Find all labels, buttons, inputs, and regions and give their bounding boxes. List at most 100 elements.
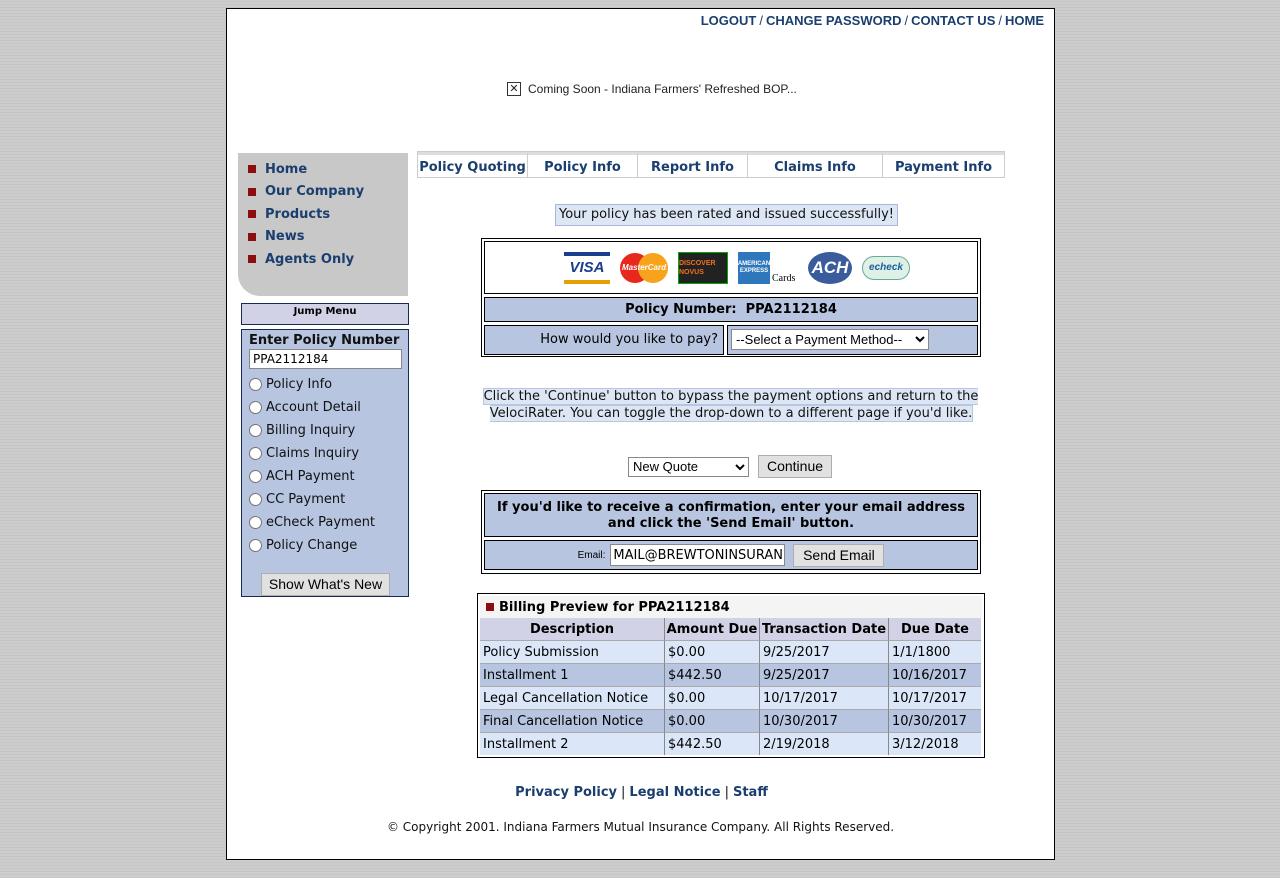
radio-button[interactable] [249, 516, 262, 529]
radio-button[interactable] [249, 539, 262, 552]
tab-policy-info[interactable]: Policy Info [528, 152, 638, 177]
sidebar-item-agents-only[interactable]: Agents Only [238, 248, 408, 271]
sidebar-item-label: Products [265, 206, 331, 222]
radio-label: Policy Info [266, 377, 333, 392]
table-cell: Installment 1 [480, 663, 665, 686]
email-input[interactable] [610, 544, 786, 566]
radio-policy-info[interactable]: Policy Info [249, 373, 408, 396]
bullet-icon [486, 603, 494, 611]
send-email-button[interactable]: Send Email [793, 543, 885, 567]
jump-menu-header: Jump Menu [241, 303, 409, 325]
tab-payment-info[interactable]: Payment Info [883, 152, 1004, 177]
tab-report-info[interactable]: Report Info [638, 152, 748, 177]
staff-link[interactable]: Staff [733, 785, 768, 800]
policy-number-header: Enter Policy Number [249, 333, 400, 348]
email-confirmation-box: If you'd like to receive a confirmation,… [481, 490, 981, 574]
announcement-banner[interactable]: ✕ Coming Soon - Indiana Farmers' Refresh… [507, 82, 797, 96]
show-whats-new-button[interactable]: Show What's New [261, 573, 390, 596]
bullet-icon [248, 210, 256, 219]
logout-link[interactable]: LOGOUT [701, 13, 757, 28]
radio-label: eCheck Payment [266, 515, 376, 530]
payment-box: VISA MasterCard DISCOVER NOVUS AMERICAN … [481, 238, 981, 357]
email-label: Email: [577, 549, 606, 561]
bullet-icon [248, 255, 256, 264]
policy-number-input[interactable] [249, 349, 402, 369]
sidebar-item-products[interactable]: Products [238, 203, 408, 226]
copyright: © Copyright 2001. Indiana Farmers Mutual… [386, 820, 895, 834]
radio-button[interactable] [249, 401, 262, 414]
radio-cc-payment[interactable]: CC Payment [249, 488, 408, 511]
column-header: Transaction Date [760, 618, 889, 640]
email-prompt: If you'd like to receive a confirmation,… [484, 493, 978, 537]
table-cell: Installment 2 [480, 732, 665, 755]
footer-links: Privacy Policy | Legal Notice | Staff [515, 785, 768, 800]
sidebar-item-label: Home [265, 161, 308, 177]
bullet-icon [248, 232, 256, 241]
radio-account-detail[interactable]: Account Detail [249, 396, 408, 419]
visa-icon: VISA [564, 251, 610, 284]
radio-label: Account Detail [266, 400, 361, 415]
bullet-icon [248, 165, 256, 174]
sidebar-item-label: News [265, 229, 305, 245]
card-logos: VISA MasterCard DISCOVER NOVUS AMERICAN … [484, 241, 978, 294]
radio-button[interactable] [249, 447, 262, 460]
table-cell: 10/30/2017 [760, 709, 889, 732]
radio-label: ACH Payment [266, 469, 355, 484]
table-cell: 10/17/2017 [889, 686, 981, 709]
radio-button[interactable] [249, 493, 262, 506]
sidebar-nav: Home Our Company Products News Agents On… [238, 153, 408, 296]
radio-button[interactable] [249, 470, 262, 483]
change-password-link[interactable]: CHANGE PASSWORD [766, 13, 902, 28]
radio-label: Policy Change [266, 538, 358, 553]
sidebar-item-our-company[interactable]: Our Company [238, 181, 408, 204]
sidebar-item-news[interactable]: News [238, 226, 408, 249]
radio-ach-payment[interactable]: ACH Payment [249, 465, 408, 488]
continue-row: New Quote Continue [628, 455, 832, 478]
table-cell: 10/17/2017 [760, 686, 889, 709]
column-header: Description [480, 618, 665, 640]
tab-policy-quoting[interactable]: Policy Quoting [418, 152, 528, 177]
radio-billing-inquiry[interactable]: Billing Inquiry [249, 419, 408, 442]
table-cell: $0.00 [665, 709, 760, 732]
table-cell: 3/12/2018 [889, 732, 981, 755]
echeck-icon: echeck [862, 255, 910, 280]
legal-notice-link[interactable]: Legal Notice [629, 785, 720, 800]
main-tabs: Policy Quoting Policy Info Report Info C… [417, 151, 1005, 178]
radio-label: CC Payment [266, 492, 346, 507]
radio-button[interactable] [249, 378, 262, 391]
table-cell: Legal Cancellation Notice [480, 686, 665, 709]
radio-claims-inquiry[interactable]: Claims Inquiry [249, 442, 408, 465]
table-cell: 10/16/2017 [889, 663, 981, 686]
privacy-policy-link[interactable]: Privacy Policy [515, 785, 617, 800]
billing-preview: Billing Preview for PPA2112184 Descripti… [477, 593, 985, 758]
banner-text: Coming Soon - Indiana Farmers' Refreshed… [528, 82, 797, 96]
radio-button[interactable] [249, 424, 262, 437]
table-row: Policy Submission $0.00 9/25/2017 1/1/1800 [480, 640, 981, 663]
payment-method-select[interactable]: --Select a Payment Method-- [731, 329, 929, 350]
radio-echeck-payment[interactable]: eCheck Payment [249, 511, 408, 534]
page-frame: LOGOUT / CHANGE PASSWORD / CONTACT US / HOME ✕… [226, 8, 1055, 860]
table-cell: $442.50 [665, 732, 760, 755]
table-cell: 10/30/2017 [889, 709, 981, 732]
continue-button[interactable]: Continue [758, 455, 832, 478]
table-cell: Policy Submission [480, 640, 665, 663]
home-link[interactable]: HOME [1005, 13, 1044, 28]
table-row: Legal Cancellation Notice $0.00 10/17/2017… [480, 686, 981, 709]
ach-icon: ACH [808, 251, 852, 284]
policy-number-label: Policy Number: [625, 302, 737, 317]
tab-claims-info[interactable]: Claims Info [748, 152, 883, 177]
table-cell: $0.00 [665, 640, 760, 663]
bullet-icon [248, 187, 256, 196]
radio-policy-change[interactable]: Policy Change [249, 534, 408, 557]
table-cell: $442.50 [665, 663, 760, 686]
policy-number-row: Policy Number: PPA2112184 [484, 297, 978, 322]
contact-us-link[interactable]: CONTACT US [911, 13, 995, 28]
sidebar-item-home[interactable]: Home [238, 158, 408, 181]
table-cell: 2/19/2018 [760, 732, 889, 755]
payment-question: How would you like to pay? [484, 325, 724, 355]
mastercard-icon: MasterCard [620, 252, 668, 284]
table-cell: 1/1/1800 [889, 640, 981, 663]
destination-select[interactable]: New Quote [628, 456, 749, 477]
success-message: Your policy has been rated and issued su… [555, 204, 898, 226]
sidebar-item-label: Our Company [265, 184, 365, 200]
